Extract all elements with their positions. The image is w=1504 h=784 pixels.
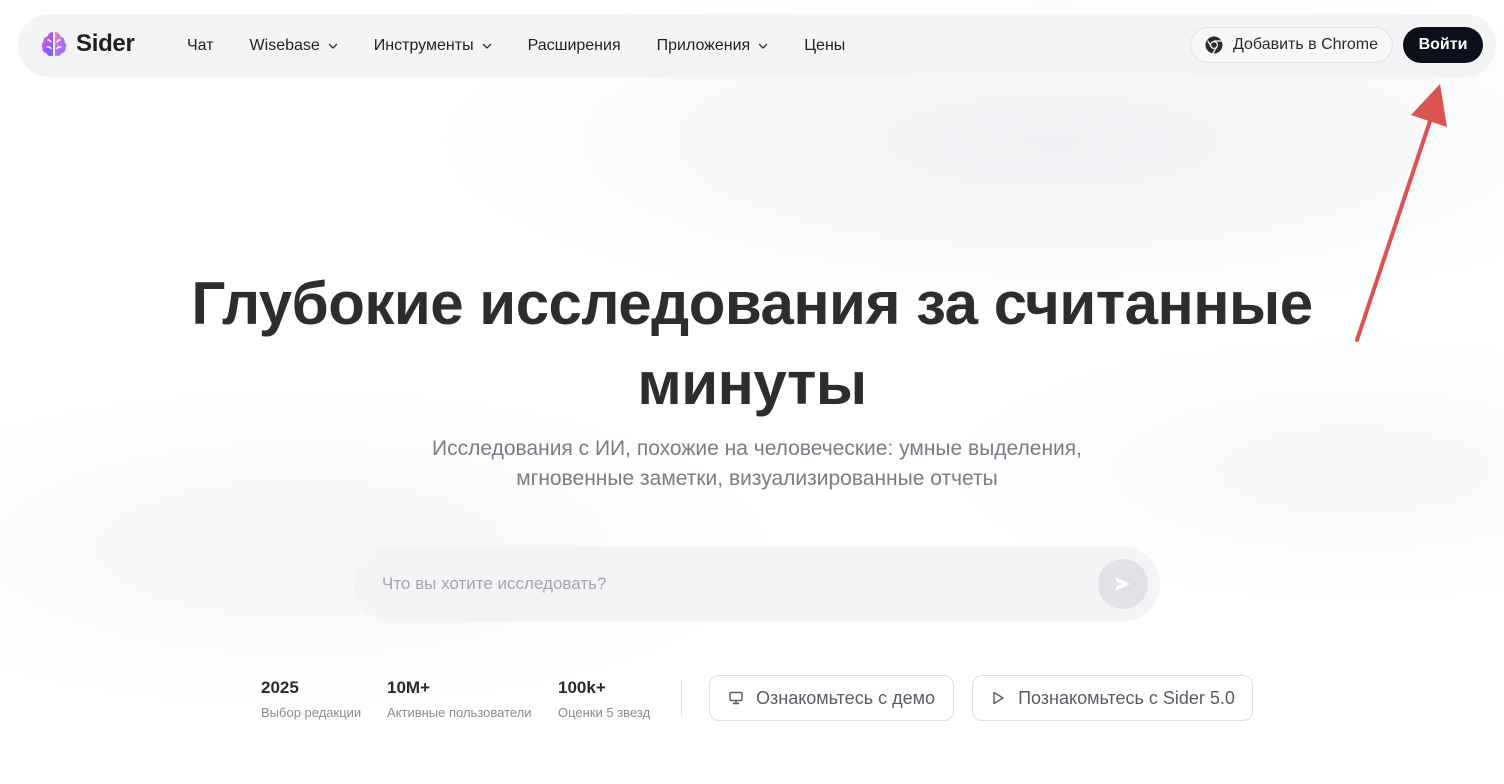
meet-sider5-button[interactable]: Познакомьтесь с Sider 5.0	[972, 675, 1253, 721]
top-navbar: Sider Чат Wisebase Инструменты Расширени…	[18, 14, 1496, 77]
stat-editors-choice: 2025 Выбор редакции	[261, 678, 361, 720]
stat-label: Выбор редакции	[261, 705, 362, 720]
nav-item-label: Расширения	[527, 36, 621, 54]
stat-label: Оценки 5 звезд	[558, 705, 651, 720]
logo[interactable]: Sider	[38, 28, 135, 60]
stat-value: 2025	[261, 678, 299, 697]
stat-active-users: 10M+ Активные пользователи	[387, 678, 532, 720]
hero-title-line2: минуты	[637, 350, 867, 417]
logo-text: Sider	[76, 30, 135, 57]
hero-title-line1: Глубокие исследования за считанные	[191, 270, 1313, 337]
hero-subtitle-line2: мгновенные заметки, визуализированные от…	[516, 467, 998, 490]
hero-title: Глубокие исследования за считанные минут…	[0, 264, 1504, 424]
watch-demo-label: Ознакомьтесь с демо	[756, 687, 935, 708]
nav-item-label: Чат	[187, 36, 214, 54]
stat-value: 100k+	[558, 678, 606, 697]
login-button[interactable]: Войти	[1403, 27, 1483, 63]
nav-item-apps[interactable]: Приложения	[657, 14, 769, 77]
chevron-down-icon	[759, 43, 768, 49]
send-icon	[1115, 577, 1131, 591]
nav-item-tools[interactable]: Инструменты	[374, 14, 492, 77]
nav-item-label: Инструменты	[373, 36, 474, 54]
research-input[interactable]	[382, 574, 1082, 594]
nav-item-label: Цены	[804, 36, 846, 54]
stat-value: 10M+	[387, 678, 430, 697]
add-to-chrome-button[interactable]: Добавить в Chrome	[1190, 27, 1393, 63]
research-search-box	[354, 547, 1160, 621]
login-label: Войти	[1418, 36, 1468, 53]
stat-five-star-ratings: 100k+ Оценки 5 звезд	[558, 678, 650, 720]
nav-item-label: Wisebase	[249, 36, 320, 54]
chevron-down-icon	[328, 43, 337, 49]
nav-item-pricing[interactable]: Цены	[804, 14, 845, 77]
monitor-icon	[729, 691, 743, 705]
send-button[interactable]	[1098, 559, 1148, 609]
main-nav: Чат Wisebase Инструменты Расширения Прил…	[187, 14, 881, 77]
hero-subtitle: Исследования с ИИ, похожие на человеческ…	[352, 434, 1162, 494]
hero-subtitle-line1: Исследования с ИИ, похожие на человеческ…	[432, 437, 1082, 460]
watch-demo-button[interactable]: Ознакомьтесь с демо	[709, 675, 954, 721]
nav-item-label: Приложения	[656, 36, 751, 54]
brain-icon	[41, 32, 67, 56]
stat-label: Активные пользователи	[387, 705, 532, 720]
chevron-down-icon	[482, 43, 491, 49]
nav-item-wisebase[interactable]: Wisebase	[250, 14, 338, 77]
meet-sider5-label: Познакомьтесь с Sider 5.0	[1018, 687, 1235, 708]
play-icon	[993, 691, 1004, 705]
stats-divider	[681, 680, 682, 716]
nav-item-chat[interactable]: Чат	[187, 14, 214, 77]
nav-item-extensions[interactable]: Расширения	[528, 14, 621, 77]
add-to-chrome-label: Добавить в Chrome	[1232, 36, 1378, 53]
chrome-icon	[1205, 36, 1223, 54]
